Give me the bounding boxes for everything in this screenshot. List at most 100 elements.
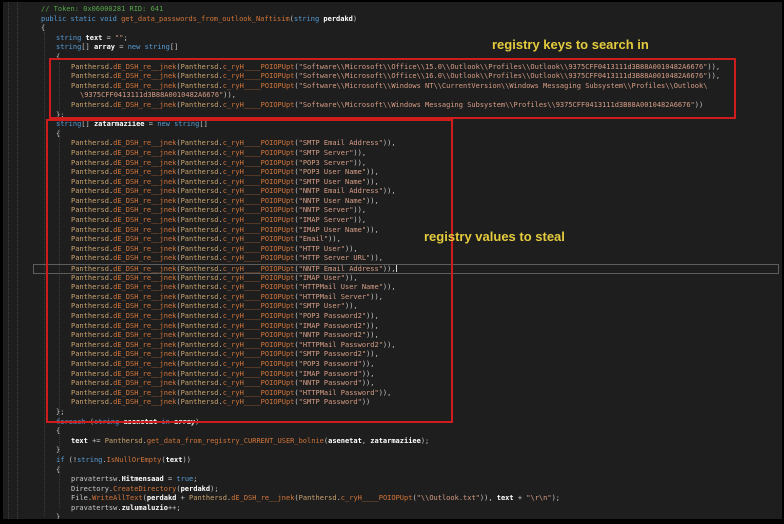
code-line[interactable]: Panthersd.dE_DSH_re__jnek(Panthersd.c_ry…: [3, 63, 782, 73]
code-line[interactable]: Panthersd.dE_DSH_re__jnek(Panthersd.c_ry…: [3, 245, 782, 255]
code-token: in: [161, 417, 170, 426]
code-line[interactable]: };: [3, 408, 782, 418]
code-token: Panthersd: [71, 139, 109, 148]
code-token: ;: [123, 33, 128, 42]
code-token: Panthersd: [71, 254, 109, 263]
code-token: zatarmaziiee: [370, 436, 421, 445]
code-token: Panthersd: [180, 139, 219, 148]
code-line[interactable]: Panthersd.dE_DSH_re__jnek(Panthersd.c_ry…: [3, 226, 782, 236]
code-token: Panthersd: [180, 292, 219, 301]
code-token: )),: [361, 379, 375, 388]
code-line[interactable]: {: [3, 53, 782, 63]
code-line[interactable]: pravatertsw.Hitmensaad = true;: [3, 475, 782, 485]
code-line[interactable]: Panthersd.dE_DSH_re__jnek(Panthersd.c_ry…: [3, 293, 782, 303]
code-line[interactable]: Panthersd.dE_DSH_re__jnek(Panthersd.c_ry…: [3, 216, 782, 226]
code-token: Panthersd: [180, 225, 219, 234]
code-token: =: [115, 43, 128, 52]
code-line[interactable]: Panthersd.dE_DSH_re__jnek(Panthersd.c_ry…: [3, 72, 782, 82]
code-line[interactable]: Panthersd.dE_DSH_re__jnek(Panthersd.c_ry…: [3, 159, 782, 169]
code-line[interactable]: }: [3, 513, 782, 519]
code-token: string: [56, 43, 82, 52]
code-line[interactable]: Panthersd.dE_DSH_re__jnek(Panthersd.c_ry…: [3, 235, 782, 245]
code-token: Panthersd: [71, 302, 109, 311]
code-token: dE_DSH_re__jnek: [113, 398, 177, 407]
code-token: )),: [328, 235, 341, 244]
code-token: "IMAP User": [298, 273, 345, 282]
code-token: "POP3 Password2": [298, 312, 367, 320]
code-token: Panthersd: [180, 359, 219, 368]
code-line[interactable]: Panthersd.dE_DSH_re__jnek(Panthersd.c_ry…: [3, 360, 782, 370]
code-line[interactable]: {: [3, 130, 782, 140]
code-line[interactable]: Panthersd.dE_DSH_re__jnek(Panthersd.c_ry…: [3, 139, 782, 149]
code-line[interactable]: }: [3, 446, 782, 456]
code-line[interactable]: Directory.CreateDirectory(perdakd);: [3, 485, 782, 495]
code-token: c_ryH____POIOPUpt: [222, 302, 295, 311]
code-line[interactable]: Panthersd.dE_DSH_re__jnek(Panthersd.c_ry…: [3, 264, 782, 274]
code-line[interactable]: {: [3, 24, 782, 34]
code-line[interactable]: Panthersd.dE_DSH_re__jnek(Panthersd.c_ry…: [3, 283, 782, 293]
code-token: Panthersd: [180, 369, 219, 378]
code-line[interactable]: Panthersd.dE_DSH_re__jnek(Panthersd.c_ry…: [3, 302, 782, 312]
code-line[interactable]: string text = "";: [3, 34, 782, 44]
code-token: )),: [353, 148, 367, 157]
code-token: Panthersd: [180, 62, 219, 71]
code-token: []: [81, 43, 94, 52]
code-line[interactable]: Panthersd.dE_DSH_re__jnek(Panthersd.c_ry…: [3, 341, 782, 351]
code-line[interactable]: Panthersd.dE_DSH_re__jnek(Panthersd.c_ry…: [3, 322, 782, 332]
code-token: asenetat: [119, 417, 162, 426]
code-token: Panthersd: [180, 235, 219, 244]
code-line[interactable]: string[] array = new string[]: [3, 43, 782, 53]
code-token: };: [56, 110, 65, 119]
code-line[interactable]: Panthersd.dE_DSH_re__jnek(Panthersd.c_ry…: [3, 389, 782, 399]
code-line[interactable]: Panthersd.dE_DSH_re__jnek(Panthersd.c_ry…: [3, 82, 782, 92]
code-line[interactable]: {: [3, 466, 782, 476]
code-token: )),: [353, 206, 367, 215]
code-line[interactable]: Panthersd.dE_DSH_re__jnek(Panthersd.c_ry…: [3, 168, 782, 178]
code-line[interactable]: Panthersd.dE_DSH_re__jnek(Panthersd.c_ry…: [3, 178, 782, 188]
code-token: "HTTPMail User Name": [298, 283, 383, 292]
code-token: {: [56, 52, 61, 61]
code-line[interactable]: public static void get_data_passwords_fr…: [3, 15, 782, 25]
code-line[interactable]: text += Panthersd.get_data_from_registry…: [3, 437, 782, 447]
code-line[interactable]: Panthersd.dE_DSH_re__jnek(Panthersd.c_ry…: [3, 398, 782, 408]
code-token: c_ryH____POIOPUpt: [222, 81, 295, 90]
code-token: Panthersd: [71, 225, 109, 234]
code-line[interactable]: Panthersd.dE_DSH_re__jnek(Panthersd.c_ry…: [3, 274, 782, 284]
code-token: );: [210, 484, 219, 493]
code-line[interactable]: Panthersd.dE_DSH_re__jnek(Panthersd.c_ry…: [3, 370, 782, 380]
code-line[interactable]: \9375CFF0413111d3B88A0010482A6676")),: [3, 91, 782, 101]
code-token: c_ryH____POIOPUpt: [222, 350, 295, 359]
code-line[interactable]: File.WriteAllText(perdakd + Panthersd.dE…: [3, 494, 782, 504]
code-line[interactable]: {: [3, 427, 782, 437]
code-token: dE_DSH_re__jnek: [113, 283, 177, 292]
code-token: c_ryH____POIOPUpt: [222, 62, 295, 71]
code-line[interactable]: pravatertsw.zulumaluzio++;: [3, 504, 782, 514]
code-line[interactable]: Panthersd.dE_DSH_re__jnek(Panthersd.c_ry…: [3, 350, 782, 360]
code-editor[interactable]: // Token: 0x06000281 RID: 641 public stat…: [3, 2, 782, 519]
code-line[interactable]: Panthersd.dE_DSH_re__jnek(Panthersd.c_ry…: [3, 379, 782, 389]
code-line[interactable]: // Token: 0x06000281 RID: 641: [3, 5, 782, 15]
code-line[interactable]: string[] zatarmaziiee = new string[]: [3, 120, 782, 130]
code-line[interactable]: Panthersd.dE_DSH_re__jnek(Panthersd.c_ry…: [3, 331, 782, 341]
code-token: c_ryH____POIOPUpt: [222, 379, 295, 388]
decompiled-code[interactable]: // Token: 0x06000281 RID: 641 public stat…: [3, 5, 782, 519]
code-line[interactable]: Panthersd.dE_DSH_re__jnek(Panthersd.c_ry…: [3, 149, 782, 159]
code-token: "Email": [298, 235, 329, 244]
code-line[interactable]: Panthersd.dE_DSH_re__jnek(Panthersd.c_ry…: [3, 187, 782, 197]
code-token: Panthersd: [71, 158, 109, 167]
code-token: string: [174, 120, 200, 129]
code-line[interactable]: if (!string.IsNullOrEmpty(text)): [3, 456, 782, 466]
code-line[interactable]: foreach (string asenetat in array): [3, 418, 782, 428]
code-token: Panthersd: [180, 216, 219, 225]
code-line[interactable]: Panthersd.dE_DSH_re__jnek(Panthersd.c_ry…: [3, 101, 782, 111]
code-line[interactable]: Panthersd.dE_DSH_re__jnek(Panthersd.c_ry…: [3, 206, 782, 216]
code-token: c_ryH____POIOPUpt: [222, 225, 295, 234]
code-line[interactable]: };: [3, 111, 782, 121]
code-line[interactable]: Panthersd.dE_DSH_re__jnek(Panthersd.c_ry…: [3, 197, 782, 207]
code-line[interactable]: Panthersd.dE_DSH_re__jnek(Panthersd.c_ry…: [3, 312, 782, 322]
code-token: )),: [370, 292, 383, 301]
annotation-label-registry-keys: registry keys to search in: [492, 37, 649, 52]
code-token: Panthersd: [71, 388, 109, 397]
code-line[interactable]: Panthersd.dE_DSH_re__jnek(Panthersd.c_ry…: [3, 254, 782, 264]
code-token: );: [420, 436, 430, 445]
